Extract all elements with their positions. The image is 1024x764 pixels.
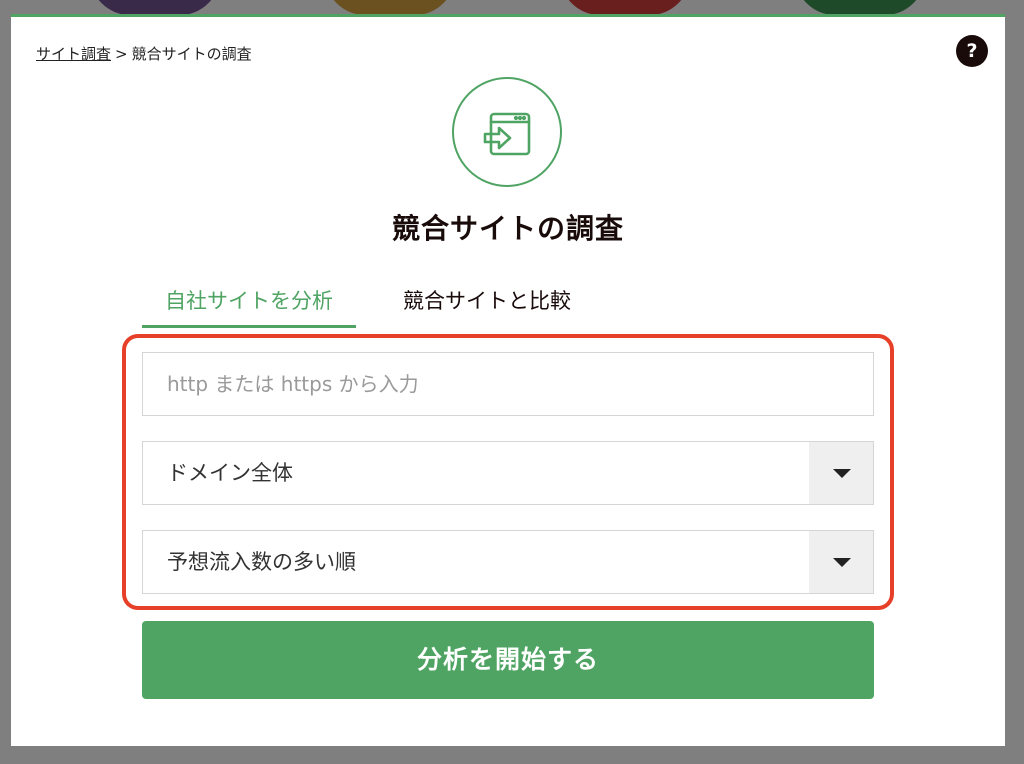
breadcrumb: サイト調査 > 競合サイトの調査: [36, 43, 252, 64]
breadcrumb-separator: >: [115, 45, 128, 63]
breadcrumb-link-site-research[interactable]: サイト調査: [36, 45, 111, 63]
sort-select-value: 予想流入数の多い順: [167, 550, 356, 574]
tab-compare-competitor[interactable]: 競合サイトと比較: [403, 285, 571, 315]
scope-select-value: ドメイン全体: [167, 461, 293, 485]
breadcrumb-current: 競合サイトの調査: [131, 45, 252, 63]
sort-select[interactable]: 予想流入数の多い順: [142, 530, 874, 594]
url-input[interactable]: [143, 353, 873, 415]
site-research-modal: サイト調査 > 競合サイトの調査 ? 競合サイトの調査 自社サイトを分析 競合サイト…: [11, 14, 1005, 746]
background-tab-decoration: [325, 0, 455, 15]
chevron-down-icon: [833, 469, 851, 478]
tab-analyze-own-site[interactable]: 自社サイトを分析: [142, 285, 356, 328]
url-field: [142, 352, 874, 416]
scope-dropdown-button[interactable]: [809, 442, 873, 504]
start-analysis-button[interactable]: 分析を開始する: [142, 621, 874, 699]
chevron-down-icon: [833, 558, 851, 567]
page-title: 競合サイトの調査: [391, 212, 624, 245]
background-tab-decoration: [795, 0, 925, 15]
help-icon-button[interactable]: ?: [956, 35, 988, 67]
scope-select[interactable]: ドメイン全体: [142, 441, 874, 505]
background-tab-decoration: [560, 0, 690, 15]
background-tab-decoration: [90, 0, 220, 15]
site-entry-icon: [452, 77, 562, 187]
sort-dropdown-button[interactable]: [809, 531, 873, 593]
